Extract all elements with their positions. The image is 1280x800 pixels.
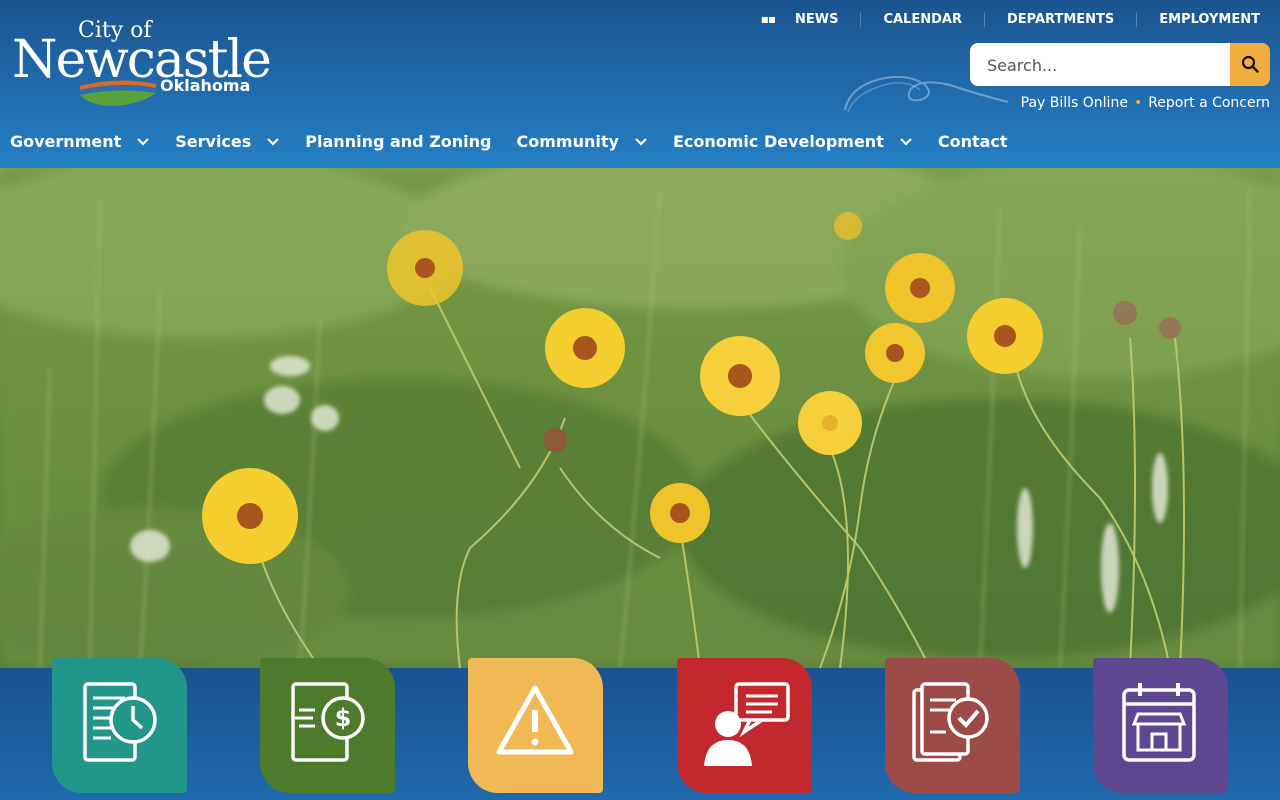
nav-item-planning-zoning[interactable]: Planning and Zoning bbox=[305, 132, 491, 151]
quick-tile-6[interactable] bbox=[1093, 658, 1228, 793]
hero-image-wildflowers bbox=[0, 168, 1280, 668]
search-button[interactable] bbox=[1230, 43, 1270, 86]
quick-tile-3[interactable] bbox=[468, 658, 603, 793]
document-dollar-icon: $ bbox=[291, 682, 365, 762]
quick-tiles-bar bbox=[0, 668, 1280, 800]
utility-link-departments[interactable]: DEPARTMENTS bbox=[983, 11, 1136, 27]
report-concern-link[interactable]: Report a Concern bbox=[1148, 95, 1270, 111]
chevron-down-icon bbox=[900, 137, 912, 146]
svg-text:$: $ bbox=[335, 704, 352, 732]
chevron-down-icon bbox=[267, 137, 280, 146]
warning-icon bbox=[496, 685, 574, 755]
search-input[interactable]: Search... bbox=[970, 43, 1230, 86]
logo-state: Oklahoma bbox=[160, 76, 251, 95]
utility-link-news[interactable]: NEWS bbox=[795, 12, 860, 27]
nav-label: Services bbox=[175, 132, 252, 151]
nav-label: Economic Development bbox=[672, 132, 884, 151]
person-speech-icon bbox=[704, 682, 790, 766]
document-check-icon bbox=[912, 682, 989, 762]
quick-tile-2[interactable]: $ bbox=[260, 658, 395, 793]
nav-item-services[interactable]: Services bbox=[175, 132, 280, 151]
chevron-down-icon bbox=[137, 137, 150, 146]
quick-tile-5[interactable] bbox=[885, 658, 1020, 793]
separator-dot: • bbox=[1133, 95, 1143, 111]
calendar-store-icon bbox=[1122, 683, 1196, 762]
quick-links: Pay Bills Online • Report a Concern bbox=[1021, 95, 1270, 111]
city-logo[interactable]: City of Newcastle Oklahoma bbox=[12, 18, 272, 113]
utility-link-calendar[interactable]: CALENDAR bbox=[860, 11, 984, 27]
main-nav: Government Services Planning and Zoning … bbox=[10, 132, 1033, 151]
nav-label: Community bbox=[516, 132, 619, 151]
logo-hills-icon bbox=[80, 80, 156, 106]
nav-label: Contact bbox=[937, 132, 1008, 151]
pay-bills-link[interactable]: Pay Bills Online bbox=[1021, 95, 1128, 111]
nav-item-contact[interactable]: Contact bbox=[938, 132, 1008, 151]
nav-item-government[interactable]: Government bbox=[10, 132, 150, 151]
search-placeholder: Search... bbox=[987, 56, 1058, 75]
quick-tile-1[interactable] bbox=[52, 658, 187, 793]
search-icon bbox=[1241, 55, 1259, 73]
site-header: City of Newcastle Oklahoma ▪▪ NEWS CALEN… bbox=[0, 0, 1280, 168]
nav-label: Government bbox=[10, 132, 122, 151]
quick-tile-4[interactable] bbox=[677, 658, 812, 793]
nav-item-economic-development[interactable]: Economic Development bbox=[673, 132, 913, 151]
wildflower-photo bbox=[0, 168, 1280, 668]
utility-link-employment[interactable]: EMPLOYMENT bbox=[1136, 11, 1260, 27]
grid-icon[interactable]: ▪▪ bbox=[761, 12, 776, 26]
nav-label: Planning and Zoning bbox=[305, 132, 492, 151]
nav-item-community[interactable]: Community bbox=[517, 132, 648, 151]
chevron-down-icon bbox=[635, 137, 647, 146]
utility-nav: ▪▪ NEWS CALENDAR DEPARTMENTS EMPLOYMENT bbox=[761, 10, 1260, 28]
search-form: Search... bbox=[970, 43, 1270, 86]
document-clock-icon bbox=[83, 682, 157, 762]
